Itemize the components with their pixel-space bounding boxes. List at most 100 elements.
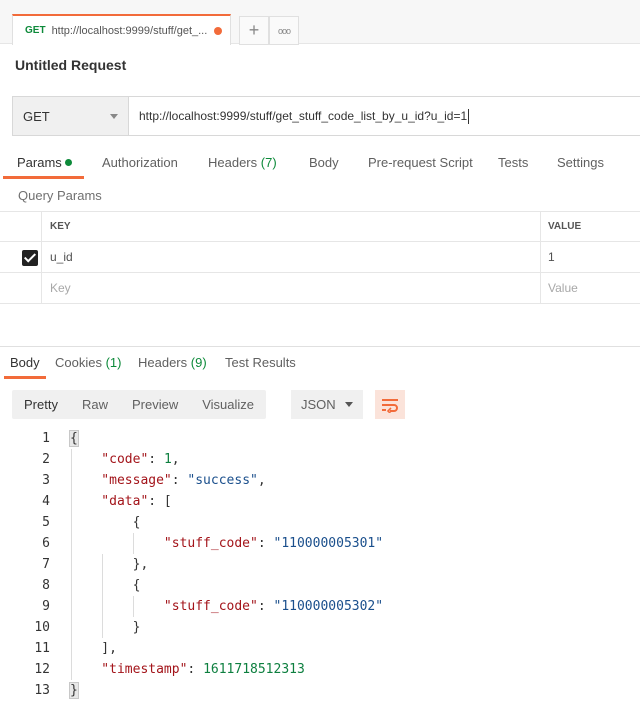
- url-input[interactable]: http://localhost:9999/stuff/get_stuff_co…: [128, 96, 640, 136]
- line-number: 13: [34, 683, 50, 698]
- tab-params[interactable]: Params: [17, 155, 72, 170]
- response-tab-headers[interactable]: Headers (9): [138, 355, 207, 370]
- table-header-row: KEY VALUE: [0, 211, 640, 242]
- code-line: 7 },: [0, 554, 640, 575]
- line-number: 8: [42, 578, 50, 593]
- line-number: 2: [42, 452, 50, 467]
- chevron-down-icon: [345, 402, 353, 407]
- text-cursor: [468, 108, 470, 124]
- code-text: {: [70, 515, 141, 530]
- request-title[interactable]: Untitled Request: [15, 57, 126, 73]
- response-tab-body-label: Body: [10, 355, 40, 370]
- line-number: 7: [42, 557, 50, 572]
- new-value-input[interactable]: Value: [548, 273, 578, 303]
- response-body-editor[interactable]: 1{2 "code": 1, 3 "message": "success", 4 "…: [0, 428, 640, 701]
- line-number: 6: [42, 536, 50, 551]
- code-line: 5 {: [0, 512, 640, 533]
- code-line: 3 "message": "success",: [0, 470, 640, 491]
- tab-headers-count: (7): [260, 155, 277, 170]
- response-tab-cookies-label: Cookies: [55, 355, 102, 370]
- query-params-title: Query Params: [18, 188, 102, 203]
- more-tabs-button[interactable]: ooo: [269, 16, 299, 45]
- code-text: },: [70, 557, 149, 572]
- code-text: "code": 1,: [70, 452, 180, 467]
- query-params-table: KEY VALUE u_id 1 Key Value: [0, 211, 640, 304]
- line-number: 10: [34, 620, 50, 635]
- line-number: 4: [42, 494, 50, 509]
- request-tabs: Params Authorization Headers (7) Body Pr…: [0, 150, 640, 180]
- method-select[interactable]: GET: [12, 96, 128, 136]
- active-tab-indicator: [3, 176, 84, 179]
- tab-prerequest-script[interactable]: Pre-request Script: [368, 155, 473, 170]
- tab-tests[interactable]: Tests: [498, 155, 528, 170]
- code-line: 9 "stuff_code": "110000005302": [0, 596, 640, 617]
- new-tab-button[interactable]: +: [239, 16, 269, 45]
- line-number: 5: [42, 515, 50, 530]
- tab-body-label: Body: [309, 155, 339, 170]
- param-enabled-checkbox[interactable]: [22, 250, 38, 266]
- unsaved-dot-icon: [214, 26, 222, 35]
- code-text: {: [69, 430, 79, 447]
- code-text: "stuff_code": "110000005301": [70, 536, 384, 551]
- table-row-new: Key Value: [0, 273, 640, 304]
- table-row: u_id 1: [0, 242, 640, 273]
- code-line: 6 "stuff_code": "110000005301": [0, 533, 640, 554]
- line-number: 3: [42, 473, 50, 488]
- view-mode-group: Pretty Raw Preview Visualize: [12, 390, 267, 419]
- url-text: http://localhost:9999/stuff/get_stuff_co…: [139, 109, 468, 123]
- method-label: GET: [23, 108, 50, 124]
- code-line: 12 "timestamp": 1611718512313: [0, 659, 640, 680]
- param-value-field[interactable]: 1: [548, 242, 555, 272]
- code-text: "stuff_code": "110000005302": [70, 599, 384, 614]
- view-pretty-button[interactable]: Pretty: [12, 390, 70, 419]
- active-dot-icon: [64, 159, 72, 167]
- response-tab-cookies[interactable]: Cookies (1): [55, 355, 121, 370]
- code-text: "data": [: [70, 494, 172, 509]
- code-text: {: [70, 578, 141, 593]
- request-tab[interactable]: GET http://localhost:9999/stuff/get_...: [12, 14, 231, 45]
- response-tab-headers-count: (9): [190, 355, 207, 370]
- response-toolbar: Pretty Raw Preview Visualize JSON: [12, 390, 405, 419]
- wrap-lines-button[interactable]: [375, 390, 405, 419]
- pane-divider[interactable]: [0, 346, 640, 347]
- tab-method: GET: [25, 25, 46, 36]
- line-number: 11: [34, 641, 50, 656]
- url-bar: GET http://localhost:9999/stuff/get_stuf…: [12, 96, 640, 136]
- response-tab-body[interactable]: Body: [10, 355, 40, 370]
- tab-prerequest-label: Pre-request Script: [368, 155, 473, 170]
- new-key-input[interactable]: Key: [50, 273, 71, 303]
- param-key-field[interactable]: u_id: [50, 242, 73, 272]
- active-response-tab-indicator: [4, 376, 46, 379]
- tab-settings-label: Settings: [557, 155, 604, 170]
- response-tab-cookies-count: (1): [105, 355, 122, 370]
- code-line: 1{: [0, 428, 640, 449]
- format-select[interactable]: JSON: [291, 390, 363, 419]
- code-line: 8 {: [0, 575, 640, 596]
- view-visualize-button[interactable]: Visualize: [190, 390, 266, 419]
- code-line: 10 }: [0, 617, 640, 638]
- tab-body[interactable]: Body: [309, 155, 339, 170]
- response-tab-headers-label: Headers: [138, 355, 188, 370]
- row-check-cell: [0, 273, 42, 303]
- plus-icon: +: [248, 20, 260, 40]
- view-preview-button[interactable]: Preview: [120, 390, 190, 419]
- line-number: 1: [42, 431, 50, 446]
- header-check-cell: [0, 212, 42, 241]
- tab-title: http://localhost:9999/stuff/get_...: [51, 24, 208, 37]
- code-text: ],: [70, 641, 117, 656]
- line-number: 9: [42, 599, 50, 614]
- tab-params-label: Params: [17, 155, 62, 170]
- response-tab-test-results[interactable]: Test Results: [225, 355, 296, 370]
- response-tab-test-results-label: Test Results: [225, 355, 296, 370]
- tab-headers[interactable]: Headers (7): [208, 155, 277, 170]
- code-text: }: [70, 620, 141, 635]
- tab-strip: GET http://localhost:9999/stuff/get_... …: [0, 0, 640, 45]
- column-header-value: VALUE: [548, 221, 582, 232]
- view-raw-button[interactable]: Raw: [70, 390, 120, 419]
- tab-authorization[interactable]: Authorization: [102, 155, 178, 170]
- tab-headers-label: Headers: [208, 155, 258, 170]
- format-label: JSON: [301, 397, 336, 412]
- response-tabs: Body Cookies (1) Headers (9) Test Result…: [0, 355, 640, 377]
- code-line: 11 ],: [0, 638, 640, 659]
- tab-settings[interactable]: Settings: [557, 155, 604, 170]
